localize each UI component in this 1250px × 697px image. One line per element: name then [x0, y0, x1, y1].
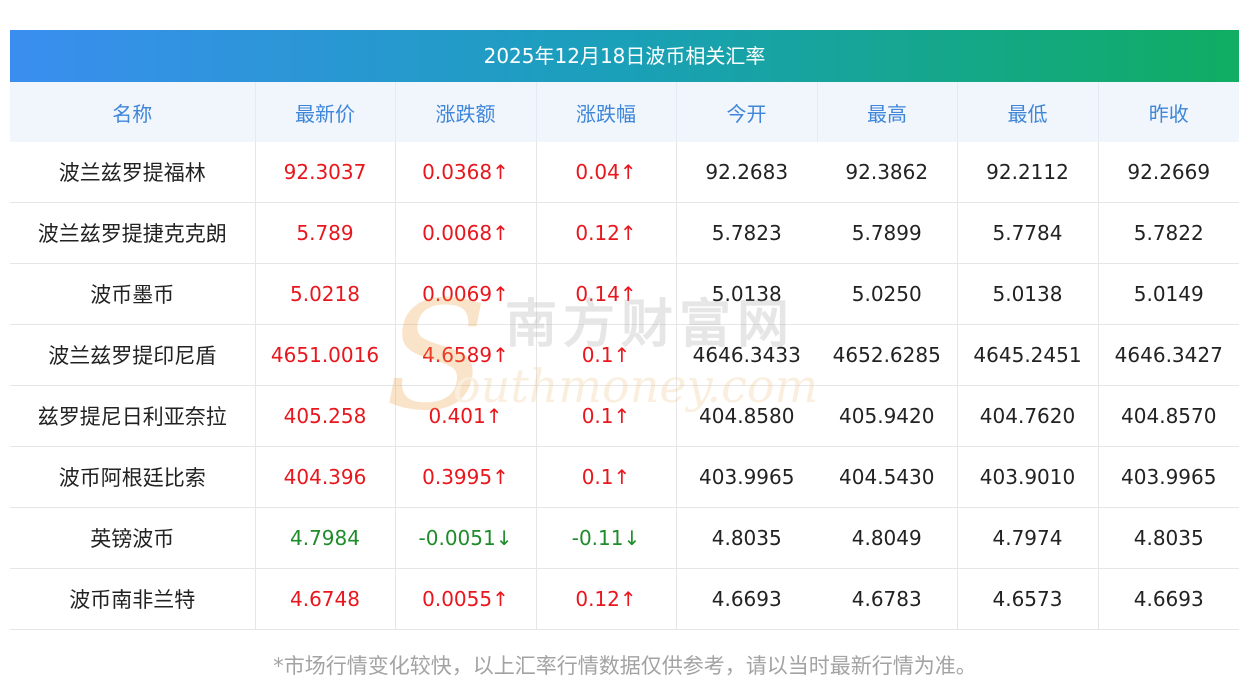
cell-pct: 0.1↑ [536, 385, 677, 447]
cell-low: 92.2112 [957, 142, 1099, 203]
cell-name: 波兰兹罗提印尼盾 [10, 324, 256, 386]
cell-prev: 4646.3427 [1098, 324, 1239, 386]
cell-open: 4.6693 [676, 568, 817, 630]
table-header-row: 名称 最新价 涨跌额 涨跌幅 今开 最高 最低 昨收 [10, 82, 1239, 142]
cell-name: 波币墨币 [10, 263, 256, 325]
cell-open: 5.7823 [676, 202, 817, 264]
cell-prev: 5.0149 [1098, 263, 1239, 325]
cell-high: 92.3862 [817, 142, 958, 203]
cell-name: 波兰兹罗提捷克克朗 [10, 202, 256, 264]
cell-pct: 0.1↑ [536, 324, 677, 386]
cell-high: 404.5430 [817, 446, 958, 508]
cell-pct: 0.04↑ [536, 142, 677, 203]
cell-name: 兹罗提尼日利亚奈拉 [10, 385, 256, 447]
col-header-open: 今开 [676, 82, 818, 142]
cell-low: 403.9010 [957, 446, 1099, 508]
table-row: 波兰兹罗提印尼盾 4651.0016 4.6589↑ 0.1↑ 4646.3433 465… [10, 324, 1239, 386]
cell-high: 4.8049 [817, 507, 958, 569]
cell-low: 5.0138 [957, 263, 1099, 325]
cell-low: 404.7620 [957, 385, 1099, 447]
cell-prev: 5.7822 [1098, 202, 1239, 264]
cell-high: 4652.6285 [817, 324, 958, 386]
table-row: 波币墨币 5.0218 0.0069↑ 0.14↑ 5.0138 5.0250 5.0138… [10, 263, 1239, 325]
table-row: 英镑波币 4.7984 -0.0051↓ -0.11↓ 4.8035 4.8049 4.79… [10, 507, 1239, 569]
cell-low: 5.7784 [957, 202, 1099, 264]
cell-change: 0.0068↑ [395, 202, 537, 264]
cell-latest: 4651.0016 [255, 324, 396, 386]
cell-open: 403.9965 [676, 446, 817, 508]
cell-pct: 0.14↑ [536, 263, 677, 325]
cell-name: 英镑波币 [10, 507, 256, 569]
cell-name: 波币阿根廷比索 [10, 446, 256, 508]
cell-high: 4.6783 [817, 568, 958, 630]
cell-latest: 4.7984 [255, 507, 396, 569]
cell-high: 5.7899 [817, 202, 958, 264]
cell-pct: -0.11↓ [536, 507, 677, 569]
cell-latest: 92.3037 [255, 142, 396, 203]
table-row: 波兰兹罗提捷克克朗 5.789 0.0068↑ 0.12↑ 5.7823 5.7899 5.… [10, 202, 1239, 264]
cell-change: 0.0368↑ [395, 142, 537, 203]
cell-low: 4.6573 [957, 568, 1099, 630]
cell-latest: 4.6748 [255, 568, 396, 630]
col-header-change: 涨跌额 [395, 82, 537, 142]
cell-pct: 0.1↑ [536, 446, 677, 508]
exchange-rate-table: 名称 最新价 涨跌额 涨跌幅 今开 最高 最低 昨收 波兰兹罗提福林 92.303… [10, 82, 1239, 630]
cell-change: 0.0055↑ [395, 568, 537, 630]
cell-latest: 405.258 [255, 385, 396, 447]
cell-change: -0.0051↓ [395, 507, 537, 569]
col-header-latest: 最新价 [255, 82, 396, 142]
cell-open: 4646.3433 [676, 324, 817, 386]
cell-change: 0.0069↑ [395, 263, 537, 325]
disclaimer-footer: *市场行情变化较快，以上汇率行情数据仅供参考，请以当时最新行情为准。 [273, 654, 977, 678]
col-header-high: 最高 [817, 82, 958, 142]
col-header-low: 最低 [957, 82, 1099, 142]
cell-change: 0.401↑ [395, 385, 537, 447]
cell-change: 0.3995↑ [395, 446, 537, 508]
cell-name: 波兰兹罗提福林 [10, 142, 256, 203]
cell-latest: 5.0218 [255, 263, 396, 325]
cell-prev: 4.8035 [1098, 507, 1239, 569]
cell-prev: 403.9965 [1098, 446, 1239, 508]
cell-latest: 404.396 [255, 446, 396, 508]
cell-open: 4.8035 [676, 507, 817, 569]
cell-low: 4.7974 [957, 507, 1099, 569]
cell-change: 4.6589↑ [395, 324, 537, 386]
col-header-name: 名称 [10, 82, 256, 142]
cell-open: 92.2683 [676, 142, 817, 203]
cell-prev: 404.8570 [1098, 385, 1239, 447]
cell-high: 5.0250 [817, 263, 958, 325]
cell-open: 5.0138 [676, 263, 817, 325]
table-row: 波币南非兰特 4.6748 0.0055↑ 0.12↑ 4.6693 4.6783 4.65… [10, 568, 1239, 630]
cell-prev: 4.6693 [1098, 568, 1239, 630]
table-row: 波兰兹罗提福林 92.3037 0.0368↑ 0.04↑ 92.2683 92.3862… [10, 142, 1239, 203]
cell-prev: 92.2669 [1098, 142, 1239, 203]
cell-low: 4645.2451 [957, 324, 1099, 386]
col-header-pct: 涨跌幅 [536, 82, 677, 142]
cell-latest: 5.789 [255, 202, 396, 264]
col-header-prev: 昨收 [1098, 82, 1239, 142]
cell-pct: 0.12↑ [536, 202, 677, 264]
cell-open: 404.8580 [676, 385, 817, 447]
table-row: 兹罗提尼日利亚奈拉 405.258 0.401↑ 0.1↑ 404.8580 405.94… [10, 385, 1239, 447]
cell-high: 405.9420 [817, 385, 958, 447]
table-row: 波币阿根廷比索 404.396 0.3995↑ 0.1↑ 403.9965 404.543… [10, 446, 1239, 508]
rate-table-panel: 2025年12月18日波币相关汇率 名称 最新价 涨跌额 涨跌幅 今开 最高 最… [10, 30, 1239, 630]
cell-name: 波币南非兰特 [10, 568, 256, 630]
cell-pct: 0.12↑ [536, 568, 677, 630]
table-title: 2025年12月18日波币相关汇率 [10, 30, 1239, 82]
